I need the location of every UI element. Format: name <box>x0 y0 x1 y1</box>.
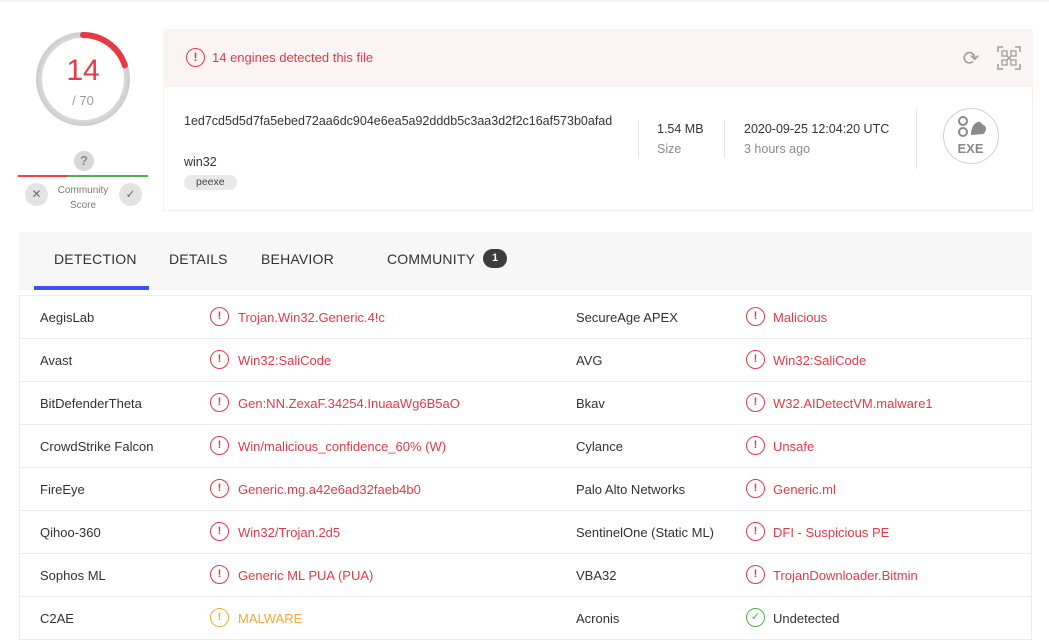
exe-file-icon: EXE <box>943 108 999 164</box>
engine-name: AVG <box>576 353 603 368</box>
table-row: Avast! Win32:SaliCode AVG! Win32:SaliCode <box>20 339 1031 382</box>
analysis-date-relative: 3 hours ago <box>744 142 811 156</box>
alert-icon: ! <box>746 350 765 369</box>
alert-icon: ! <box>746 522 765 541</box>
alert-icon: ! <box>210 350 229 369</box>
engine-name: Acronis <box>576 611 620 626</box>
file-tag[interactable]: peexe <box>184 175 237 190</box>
table-row: Qihoo-360! Win32/Trojan.2d5 SentinelOne (S… <box>20 511 1031 554</box>
top-shadow <box>0 0 1049 3</box>
engine-name: Sophos ML <box>40 568 106 583</box>
engine-name: FireEye <box>40 482 85 497</box>
alert-icon: ! <box>210 307 229 326</box>
detection-result: Win/malicious_confidence_60% (W) <box>238 439 447 454</box>
divider <box>638 120 639 158</box>
file-info-card: 1ed7cd5d5d7fa5ebed72aa6dc904e6ea5a92dddb… <box>163 87 1033 211</box>
warning-icon: ! <box>210 608 229 627</box>
community-score: ? ✕ Community Score ✓ <box>18 150 148 214</box>
community-score-label: Community Score <box>57 185 109 211</box>
detection-result: Undetected <box>773 611 840 626</box>
detection-table: AegisLab! Trojan.Win32.Generic.4!c SecureA… <box>19 295 1032 640</box>
detection-result: TrojanDownloader.Bitmin <box>773 568 918 583</box>
file-type: win32 <box>184 155 217 169</box>
community-count-badge: 1 <box>483 249 507 268</box>
alert-icon: ! <box>210 393 229 412</box>
active-tab-indicator <box>34 286 149 290</box>
tab-detection[interactable]: DETECTION <box>54 251 137 267</box>
close-icon: ✕ <box>31 187 42 201</box>
detection-result: DFI - Suspicious PE <box>773 525 890 540</box>
detection-result: Win32:SaliCode <box>238 353 332 368</box>
engine-name: Bkav <box>576 396 605 411</box>
total-engines: / 70 <box>72 93 94 108</box>
detection-result: Generic.ml <box>773 482 836 497</box>
divider <box>916 109 917 169</box>
detection-result: Malicious <box>773 310 828 325</box>
detection-count: 14 <box>66 54 100 87</box>
table-row: Sophos ML! Generic ML PUA (PUA) VBA32! Troj… <box>20 554 1031 597</box>
check-circle-icon: ✓ <box>746 608 765 627</box>
engine-name: AegisLab <box>40 310 95 325</box>
engine-name: Cylance <box>576 439 623 454</box>
detection-result: Generic.mg.a42e6ad32faeb4b0 <box>238 482 421 497</box>
community-score-bar <box>18 175 148 177</box>
vote-harmless-button[interactable]: ✓ <box>119 183 142 206</box>
reanalyze-icon[interactable]: ⟳ <box>960 48 982 70</box>
engine-name: Palo Alto Networks <box>576 482 686 497</box>
alert-icon: ! <box>746 393 765 412</box>
divider <box>724 120 725 158</box>
engine-name: VBA32 <box>576 568 617 583</box>
alert-icon: ! <box>210 522 229 541</box>
check-icon: ✓ <box>125 187 136 201</box>
engine-name: Qihoo-360 <box>40 525 101 540</box>
detection-score-ring: 14 / 70 <box>31 27 135 131</box>
detection-result: Win32/Trojan.2d5 <box>238 525 341 540</box>
similar-search-icon[interactable] <box>997 46 1021 70</box>
report-tabs: DETECTION DETAILS BEHAVIOR COMMUNITY 1 <box>19 232 1032 290</box>
detection-result: Unsafe <box>773 439 815 454</box>
tab-community[interactable]: COMMUNITY <box>387 251 475 267</box>
engine-name: Avast <box>40 353 73 368</box>
alert-icon: ! <box>186 48 205 67</box>
alert-icon: ! <box>210 479 229 498</box>
analysis-date-value: 2020-09-25 12:04:20 UTC <box>744 122 890 136</box>
alert-icon: ! <box>746 479 765 498</box>
alert-text: 14 engines detected this file <box>212 50 374 65</box>
file-size-value: 1.54 MB <box>657 122 704 136</box>
table-row: BitDefenderTheta! Gen:NN.ZexaF.34254.Inua… <box>20 382 1031 425</box>
file-hash[interactable]: 1ed7cd5d5d7fa5ebed72aa6dc904e6ea5a92dddb… <box>184 111 624 132</box>
alert-icon: ! <box>746 307 765 326</box>
table-row: AegisLab! Trojan.Win32.Generic.4!c SecureA… <box>20 296 1031 339</box>
detection-result: MALWARE <box>238 611 303 626</box>
detection-result: W32.AIDetectVM.malware1 <box>773 396 933 411</box>
detection-result: Trojan.Win32.Generic.4!c <box>238 310 385 325</box>
vote-malicious-button[interactable]: ✕ <box>25 183 48 206</box>
detection-result: Gen:NN.ZexaF.34254.InuaaWg6B5aO <box>238 396 460 411</box>
detection-result: Win32:SaliCode <box>773 353 867 368</box>
alert-icon: ! <box>746 565 765 584</box>
alert-icon: ! <box>210 565 229 584</box>
engine-name: CrowdStrike Falcon <box>40 439 154 454</box>
engine-name: SecureAge APEX <box>576 310 678 325</box>
engine-name: SentinelOne (Static ML) <box>576 525 715 540</box>
question-icon: ? <box>74 151 94 171</box>
table-row: C2AE! MALWARE Acronis ✓ Undetected <box>20 597 1031 640</box>
table-row: CrowdStrike Falcon! Win/malicious_confide… <box>20 425 1031 468</box>
alert-icon: ! <box>210 436 229 455</box>
tab-details[interactable]: DETAILS <box>169 251 228 267</box>
engine-name: BitDefenderTheta <box>40 396 142 411</box>
detection-alert-bar: ! 14 engines detected this file ⟳ <box>163 29 1033 87</box>
alert-icon: ! <box>746 436 765 455</box>
table-row: FireEye! Generic.mg.a42e6ad32faeb4b0 Palo … <box>20 468 1031 511</box>
file-size-label: Size <box>657 142 682 156</box>
engine-name: C2AE <box>40 611 74 626</box>
tab-behavior[interactable]: BEHAVIOR <box>261 251 334 267</box>
detection-result: Generic ML PUA (PUA) <box>238 568 374 583</box>
